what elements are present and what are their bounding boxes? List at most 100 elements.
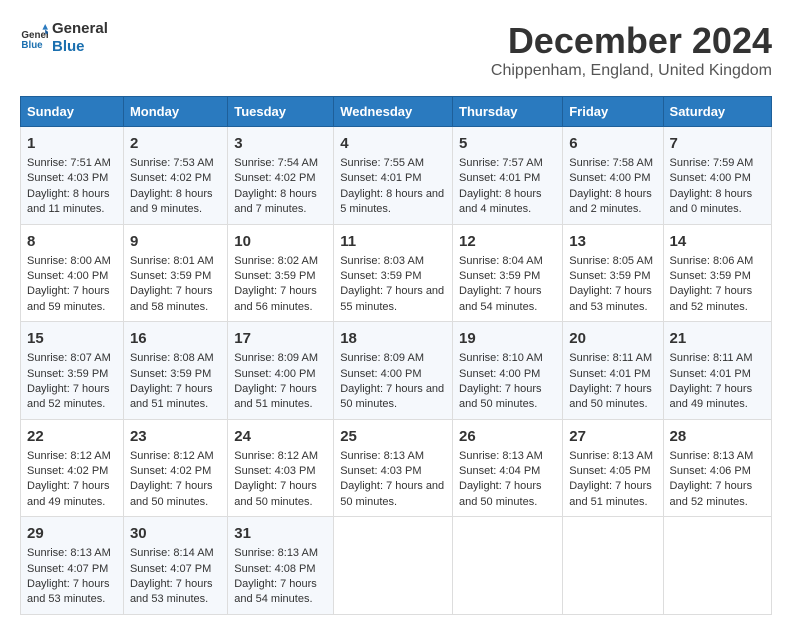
calendar-cell: 6Sunrise: 7:58 AMSunset: 4:00 PMDaylight… xyxy=(563,127,663,225)
calendar-cell: 3Sunrise: 7:54 AMSunset: 4:02 PMDaylight… xyxy=(228,127,334,225)
day-number: 5 xyxy=(459,133,556,154)
day-number: 21 xyxy=(670,328,765,349)
sunrise-text: Sunrise: 8:09 AM xyxy=(234,352,318,364)
sunset-text: Sunset: 4:00 PM xyxy=(670,172,751,184)
calendar-cell: 27Sunrise: 8:13 AMSunset: 4:05 PMDayligh… xyxy=(563,419,663,517)
daylight-text: Daylight: 7 hours and 53 minutes. xyxy=(569,285,652,312)
header: General Blue General Blue December 2024 … xyxy=(20,20,772,80)
day-number: 15 xyxy=(27,328,117,349)
day-number: 2 xyxy=(130,133,221,154)
daylight-text: Daylight: 8 hours and 11 minutes. xyxy=(27,188,110,215)
daylight-text: Daylight: 7 hours and 50 minutes. xyxy=(459,480,542,507)
calendar-cell: 5Sunrise: 7:57 AMSunset: 4:01 PMDaylight… xyxy=(453,127,563,225)
daylight-text: Daylight: 7 hours and 51 minutes. xyxy=(130,383,213,410)
calendar-cell: 12Sunrise: 8:04 AMSunset: 3:59 PMDayligh… xyxy=(453,224,563,322)
sunrise-text: Sunrise: 8:00 AM xyxy=(27,255,111,267)
sunset-text: Sunset: 4:00 PM xyxy=(27,270,108,282)
day-number: 23 xyxy=(130,426,221,447)
calendar-cell: 24Sunrise: 8:12 AMSunset: 4:03 PMDayligh… xyxy=(228,419,334,517)
sunrise-text: Sunrise: 7:55 AM xyxy=(340,157,424,169)
daylight-text: Daylight: 7 hours and 56 minutes. xyxy=(234,285,317,312)
logo-line1: General xyxy=(52,20,108,38)
daylight-text: Daylight: 8 hours and 9 minutes. xyxy=(130,188,213,215)
sunrise-text: Sunrise: 8:13 AM xyxy=(670,450,754,462)
sunrise-text: Sunrise: 8:13 AM xyxy=(459,450,543,462)
sunset-text: Sunset: 4:00 PM xyxy=(340,368,421,380)
day-number: 31 xyxy=(234,523,327,544)
day-number: 22 xyxy=(27,426,117,447)
day-number: 11 xyxy=(340,231,446,252)
sunset-text: Sunset: 4:02 PM xyxy=(27,465,108,477)
col-header-monday: Monday xyxy=(123,97,227,127)
calendar-cell: 10Sunrise: 8:02 AMSunset: 3:59 PMDayligh… xyxy=(228,224,334,322)
day-number: 18 xyxy=(340,328,446,349)
day-number: 20 xyxy=(569,328,656,349)
daylight-text: Daylight: 7 hours and 50 minutes. xyxy=(130,480,213,507)
sunset-text: Sunset: 4:03 PM xyxy=(234,465,315,477)
calendar-cell: 26Sunrise: 8:13 AMSunset: 4:04 PMDayligh… xyxy=(453,419,563,517)
daylight-text: Daylight: 8 hours and 5 minutes. xyxy=(340,188,444,215)
calendar-cell: 15Sunrise: 8:07 AMSunset: 3:59 PMDayligh… xyxy=(21,322,124,420)
calendar-cell: 21Sunrise: 8:11 AMSunset: 4:01 PMDayligh… xyxy=(663,322,771,420)
sunrise-text: Sunrise: 8:13 AM xyxy=(340,450,424,462)
svg-text:Blue: Blue xyxy=(21,40,43,51)
calendar-cell: 16Sunrise: 8:08 AMSunset: 3:59 PMDayligh… xyxy=(123,322,227,420)
sunset-text: Sunset: 3:59 PM xyxy=(670,270,751,282)
day-number: 1 xyxy=(27,133,117,154)
col-header-sunday: Sunday xyxy=(21,97,124,127)
daylight-text: Daylight: 8 hours and 7 minutes. xyxy=(234,188,317,215)
day-number: 30 xyxy=(130,523,221,544)
sunrise-text: Sunrise: 8:11 AM xyxy=(569,352,652,364)
calendar-cell: 14Sunrise: 8:06 AMSunset: 3:59 PMDayligh… xyxy=(663,224,771,322)
calendar-table: SundayMondayTuesdayWednesdayThursdayFrid… xyxy=(20,96,772,615)
col-header-thursday: Thursday xyxy=(453,97,563,127)
sunrise-text: Sunrise: 8:01 AM xyxy=(130,255,214,267)
week-row-3: 15Sunrise: 8:07 AMSunset: 3:59 PMDayligh… xyxy=(21,322,772,420)
sunrise-text: Sunrise: 8:12 AM xyxy=(234,450,318,462)
sunrise-text: Sunrise: 7:53 AM xyxy=(130,157,214,169)
sunset-text: Sunset: 3:59 PM xyxy=(130,368,211,380)
sunset-text: Sunset: 4:00 PM xyxy=(234,368,315,380)
sunrise-text: Sunrise: 8:14 AM xyxy=(130,547,214,559)
col-header-wednesday: Wednesday xyxy=(334,97,453,127)
calendar-cell: 29Sunrise: 8:13 AMSunset: 4:07 PMDayligh… xyxy=(21,517,124,615)
sunset-text: Sunset: 4:02 PM xyxy=(234,172,315,184)
day-number: 19 xyxy=(459,328,556,349)
day-number: 13 xyxy=(569,231,656,252)
sunrise-text: Sunrise: 8:05 AM xyxy=(569,255,653,267)
sunrise-text: Sunrise: 8:10 AM xyxy=(459,352,543,364)
calendar-cell: 4Sunrise: 7:55 AMSunset: 4:01 PMDaylight… xyxy=(334,127,453,225)
sunrise-text: Sunrise: 7:51 AM xyxy=(27,157,111,169)
logo-line2: Blue xyxy=(52,38,108,56)
sunset-text: Sunset: 4:04 PM xyxy=(459,465,540,477)
logo-icon: General Blue xyxy=(20,24,48,52)
daylight-text: Daylight: 7 hours and 49 minutes. xyxy=(670,383,753,410)
day-number: 9 xyxy=(130,231,221,252)
calendar-cell: 25Sunrise: 8:13 AMSunset: 4:03 PMDayligh… xyxy=(334,419,453,517)
sunset-text: Sunset: 4:01 PM xyxy=(459,172,540,184)
sunrise-text: Sunrise: 8:06 AM xyxy=(670,255,754,267)
calendar-cell: 18Sunrise: 8:09 AMSunset: 4:00 PMDayligh… xyxy=(334,322,453,420)
sunset-text: Sunset: 4:01 PM xyxy=(569,368,650,380)
sunset-text: Sunset: 4:00 PM xyxy=(569,172,650,184)
week-row-5: 29Sunrise: 8:13 AMSunset: 4:07 PMDayligh… xyxy=(21,517,772,615)
day-number: 29 xyxy=(27,523,117,544)
sunset-text: Sunset: 4:07 PM xyxy=(130,563,211,575)
col-header-tuesday: Tuesday xyxy=(228,97,334,127)
daylight-text: Daylight: 7 hours and 52 minutes. xyxy=(27,383,110,410)
sunset-text: Sunset: 3:59 PM xyxy=(234,270,315,282)
sunset-text: Sunset: 4:02 PM xyxy=(130,172,211,184)
daylight-text: Daylight: 8 hours and 2 minutes. xyxy=(569,188,652,215)
calendar-cell: 13Sunrise: 8:05 AMSunset: 3:59 PMDayligh… xyxy=(563,224,663,322)
day-number: 28 xyxy=(670,426,765,447)
daylight-text: Daylight: 7 hours and 50 minutes. xyxy=(340,383,444,410)
calendar-cell: 9Sunrise: 8:01 AMSunset: 3:59 PMDaylight… xyxy=(123,224,227,322)
logo: General Blue General Blue xyxy=(20,20,108,56)
daylight-text: Daylight: 7 hours and 58 minutes. xyxy=(130,285,213,312)
calendar-cell: 23Sunrise: 8:12 AMSunset: 4:02 PMDayligh… xyxy=(123,419,227,517)
daylight-text: Daylight: 7 hours and 49 minutes. xyxy=(27,480,110,507)
calendar-cell: 19Sunrise: 8:10 AMSunset: 4:00 PMDayligh… xyxy=(453,322,563,420)
daylight-text: Daylight: 7 hours and 52 minutes. xyxy=(670,480,753,507)
day-number: 27 xyxy=(569,426,656,447)
daylight-text: Daylight: 7 hours and 50 minutes. xyxy=(569,383,652,410)
